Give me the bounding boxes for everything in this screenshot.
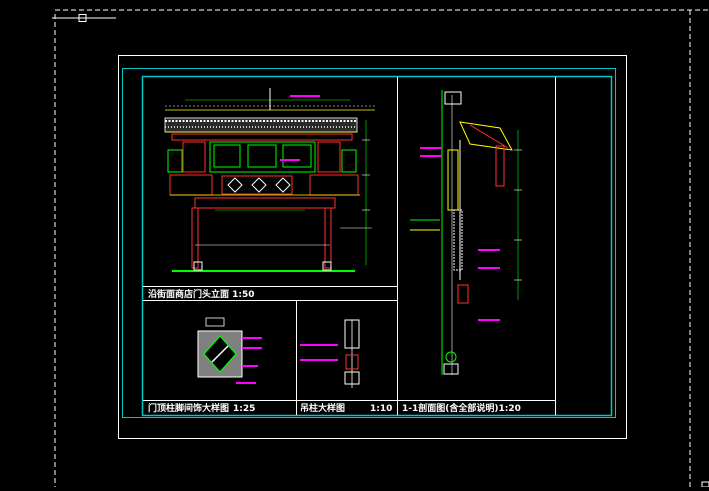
title-elevation: 沿街面商店门头立面 1:50 [148, 290, 255, 300]
scale-detail-a: 1:25 [233, 404, 256, 414]
title-detail-a-text: 门顶柱脚间饰大样图 [148, 404, 230, 414]
sheet-border [118, 55, 627, 439]
title-section-scale: 1:20 [498, 404, 521, 414]
section-drawing [410, 90, 522, 375]
detail-a-drawing [197, 317, 262, 384]
scale-detail-b: 1:10 [370, 404, 393, 414]
title-elevation-scale: 1:50 [232, 290, 255, 300]
title-elevation-text: 沿街面商店门头立面 [148, 290, 230, 300]
cad-drawing-svg [54, 9, 709, 488]
title-detail-b-text: 吊柱大样图 [300, 404, 346, 414]
elevation-drawing [164, 88, 375, 272]
crosshair-cursor-icon [52, 14, 116, 22]
title-detail-a: 门顶柱脚间饰大样图 [148, 404, 229, 414]
title-detail-b: 吊柱大样图 [300, 404, 345, 414]
title-section: 1-1剖面图(含全部说明)1:20 [402, 404, 521, 414]
cad-model-space[interactable] [0, 0, 709, 488]
resize-grip[interactable] [701, 481, 709, 488]
detail-b-drawing [300, 319, 360, 388]
title-section-text: 1-1剖面图(含全部说明) [402, 404, 499, 414]
